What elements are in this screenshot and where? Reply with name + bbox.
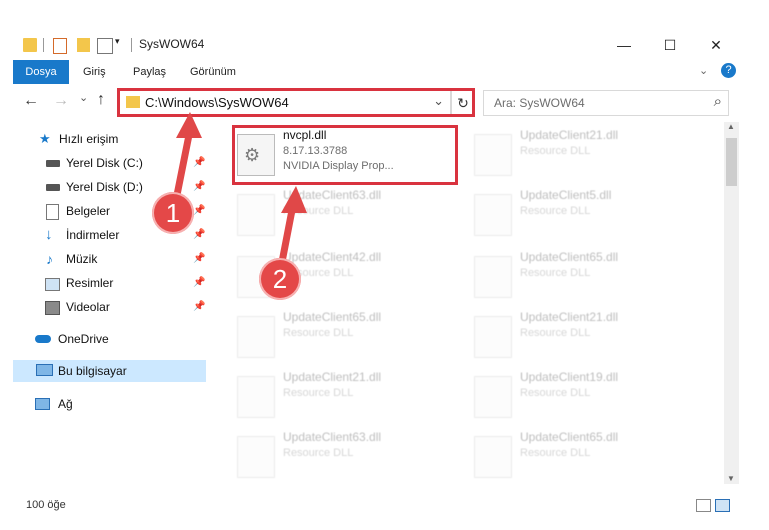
large-icons-view-icon[interactable] (715, 499, 730, 512)
arrow-2-head (281, 186, 307, 213)
step-badge-2: 2 (259, 258, 301, 300)
arrow-2 (278, 201, 297, 266)
arrow-1-head (176, 112, 202, 138)
step-badge-1: 1 (152, 192, 194, 234)
item-count: 100 öğe (26, 499, 66, 511)
status-bar: 100 öğe (13, 496, 739, 516)
annotation-arrows (171, 112, 307, 266)
details-view-icon[interactable] (696, 499, 711, 512)
